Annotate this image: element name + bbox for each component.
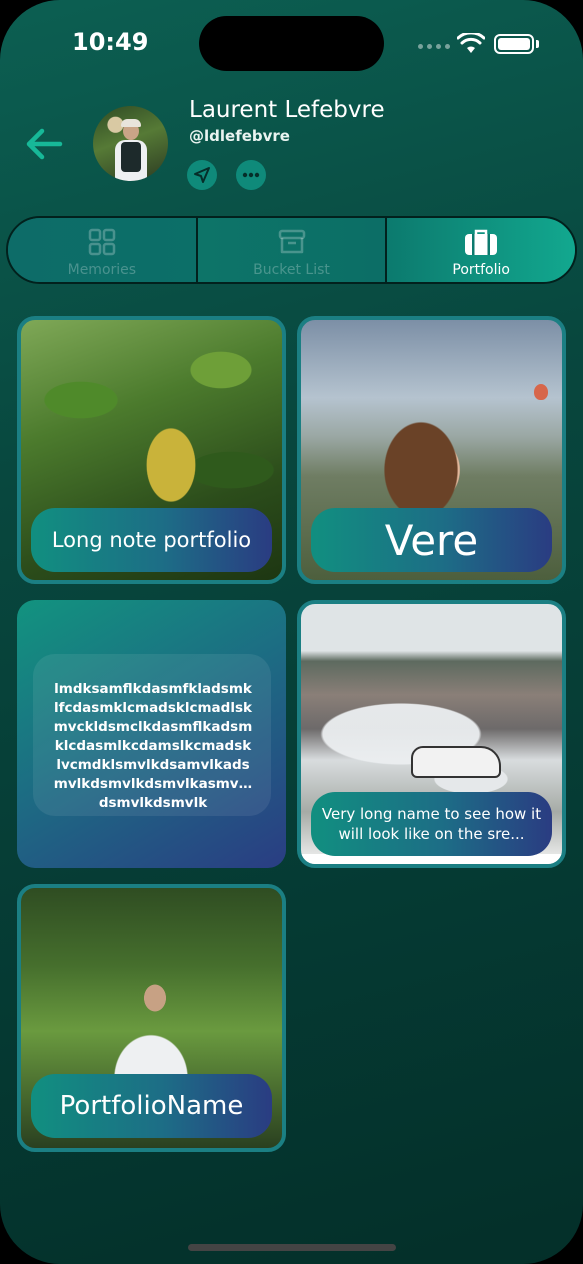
tab-label: Bucket List — [253, 262, 330, 278]
wifi-icon — [457, 33, 485, 53]
portfolio-card-drift[interactable]: Very long name to see how it will look l… — [297, 600, 566, 868]
portfolio-card-note[interactable]: lmdksamflkdasmfkladsmklfcdasmklcmadsklcm… — [17, 600, 286, 868]
portfolio-card-title: Very long name to see how it will look l… — [311, 792, 552, 856]
battery-icon — [494, 34, 534, 54]
home-indicator — [188, 1244, 396, 1251]
cellular-signal-icon — [418, 44, 450, 49]
drift-car — [411, 746, 501, 778]
tab-portfolio[interactable]: Portfolio — [387, 218, 575, 282]
portfolio-card-title: PortfolioName — [31, 1074, 272, 1138]
send-message-button[interactable] — [187, 160, 217, 190]
tab-label: Memories — [67, 262, 137, 278]
portfolio-card-plant[interactable]: Long note portfolio — [17, 316, 286, 584]
profile-name: Laurent Lefebvre — [189, 97, 385, 123]
hot-air-balloon — [534, 384, 548, 400]
briefcase-icon — [465, 229, 498, 255]
profile-handle: @ldlefebvre — [189, 127, 290, 145]
note-text: lmdksamflkdasmfkladsmklfcdasmklcmadsklcm… — [33, 654, 271, 816]
status-time: 10:49 — [72, 28, 149, 56]
more-options-button[interactable] — [236, 160, 266, 190]
send-icon — [194, 167, 210, 183]
screen: 10:49 Laurent Lefebvre @ldlefebvre Memor… — [0, 0, 583, 1264]
archive-box-icon — [278, 229, 305, 254]
more-icon — [242, 172, 260, 178]
avatar[interactable] — [93, 106, 168, 181]
portfolio-card-vere[interactable]: Vere — [297, 316, 566, 584]
dynamic-island — [199, 16, 384, 71]
tab-memories[interactable]: Memories — [8, 218, 198, 282]
portfolio-card-portfolioname[interactable]: PortfolioName — [17, 884, 286, 1152]
portfolio-card-title: Vere — [311, 508, 552, 572]
portfolio-card-title: Long note portfolio — [31, 508, 272, 572]
back-arrow-icon[interactable] — [24, 126, 64, 162]
grid-icon — [88, 228, 116, 256]
tab-bucket-list[interactable]: Bucket List — [197, 218, 388, 282]
tab-bar: Memories Bucket List Portfolio — [6, 216, 577, 284]
tab-label: Portfolio — [452, 262, 510, 278]
